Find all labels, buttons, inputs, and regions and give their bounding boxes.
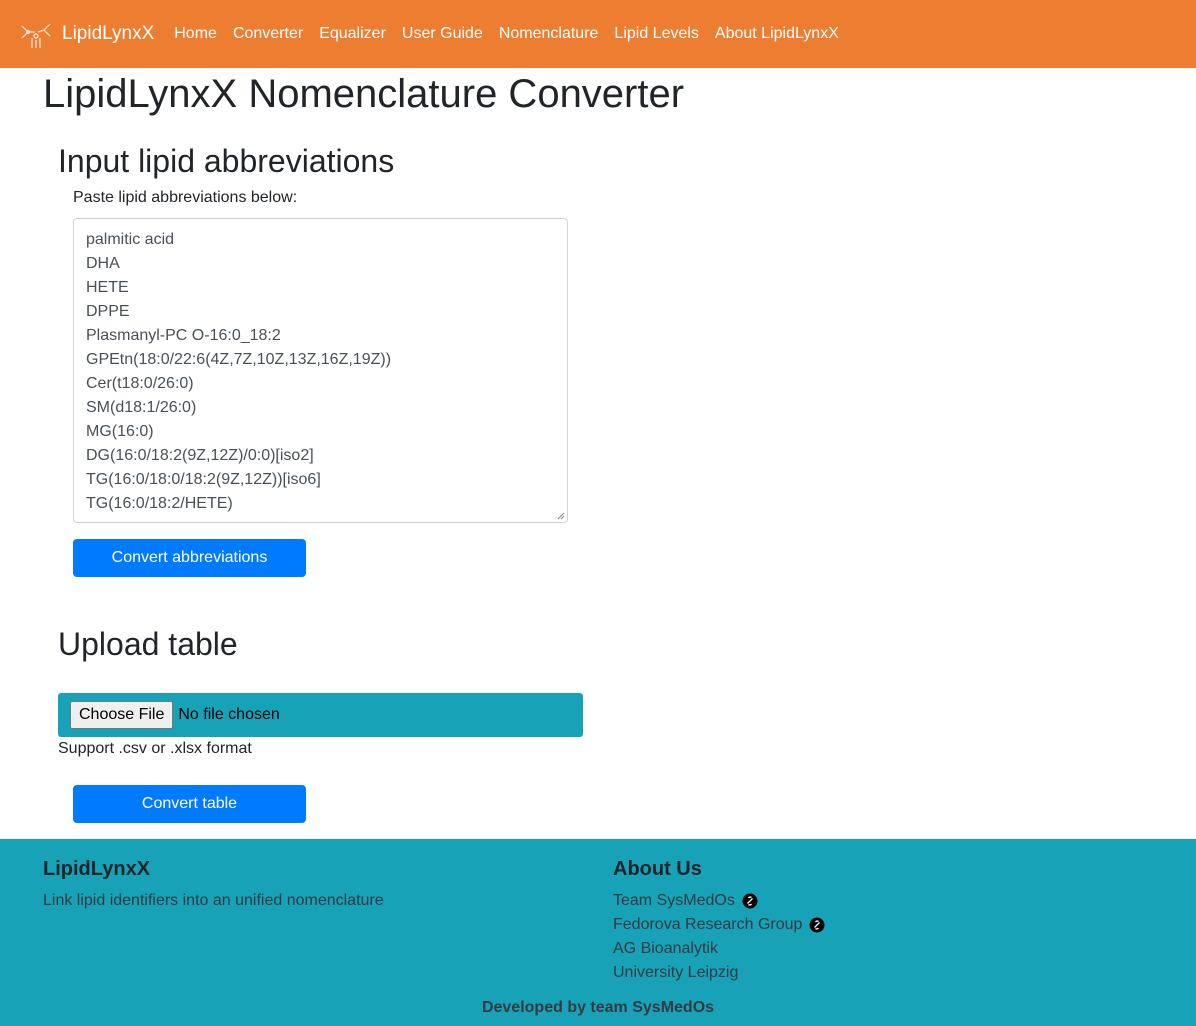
convert-table-button[interactable]: Convert table — [73, 785, 306, 823]
textarea-line: GPEtn(18:0/22:6(4Z,7Z,10Z,13Z,16Z,19Z)) — [86, 351, 392, 368]
footer-link-label: AG Bioanalytik — [613, 940, 718, 957]
nav-about[interactable]: About LipidLynxX — [707, 25, 847, 43]
footer-about-heading: About Us — [613, 858, 702, 880]
convert-abbreviations-button[interactable]: Convert abbreviations — [73, 539, 306, 577]
footer-link-bioanalytik[interactable]: AG Bioanalytik — [613, 937, 826, 961]
external-link-icon — [809, 917, 825, 933]
footer-link-label: Fedorova Research Group — [613, 916, 803, 933]
resize-handle-icon[interactable] — [555, 510, 565, 520]
nav-links: Home Converter Equalizer User Guide Nome… — [166, 25, 847, 43]
abbreviations-textarea[interactable]: palmitic acid DHA HETE DPPE Plasmanyl-PC… — [73, 218, 568, 523]
nav-user-guide[interactable]: User Guide — [394, 25, 491, 43]
external-link-icon — [742, 893, 758, 909]
textarea-line: DPPE — [86, 303, 130, 320]
nav-converter[interactable]: Converter — [225, 25, 311, 43]
footer-link-sysmedos[interactable]: Team SysMedOs — [613, 889, 826, 913]
upload-section-title: Upload table — [58, 626, 238, 662]
footer: LipidLynxX Link lipid identifiers into a… — [0, 839, 1196, 1026]
brand-name: LipidLynxX — [62, 23, 155, 44]
textarea-line: Cer(t18:0/26:0) — [86, 375, 194, 392]
lipid-logo-icon — [21, 23, 51, 48]
textarea-line: SM(d18:1/26:0) — [86, 399, 197, 416]
input-section-title: Input lipid abbreviations — [58, 143, 395, 179]
footer-link-fedorova[interactable]: Fedorova Research Group — [613, 913, 826, 937]
footer-about-site: LipidLynxX Link lipid identifiers into a… — [43, 857, 384, 913]
footer-link-label: Team SysMedOs — [613, 892, 735, 909]
choose-file-button[interactable]: Choose File — [70, 701, 174, 729]
nav-home[interactable]: Home — [166, 25, 225, 43]
nav-equalizer[interactable]: Equalizer — [311, 25, 394, 43]
textarea-line: TG(16:0/18:2/HETE) — [86, 495, 233, 512]
file-upload-field: Choose File No file chosen — [58, 693, 583, 737]
footer-brand-heading: LipidLynxX — [43, 858, 151, 880]
footer-credit: Developed by team SysMedOs — [481, 999, 715, 1016]
textarea-line: HETE — [86, 279, 129, 296]
nav-lipid-levels[interactable]: Lipid Levels — [606, 25, 707, 43]
top-navbar: LipidLynxX Home Converter Equalizer User… — [0, 0, 1196, 68]
footer-about-us: About Us Team SysMedOs Fedorova Research… — [613, 857, 826, 985]
textarea-line: MG(16:0) — [86, 423, 154, 440]
footer-link-label: University Leipzig — [613, 964, 739, 981]
textarea-line: Plasmanyl-PC O-16:0_18:2 — [86, 327, 281, 344]
file-status: No file chosen — [178, 706, 280, 723]
textarea-line: DG(16:0/18:2(9Z,12Z)/0:0)[iso2] — [86, 447, 314, 464]
brand[interactable]: LipidLynxX — [18, 16, 154, 52]
textarea-line: TG(16:0/18:0/18:2(9Z,12Z))[iso6] — [86, 471, 321, 488]
footer-tagline: Link lipid identifiers into an unified n… — [43, 892, 384, 909]
page-title: LipidLynxX Nomenclature Converter — [43, 72, 685, 116]
nav-nomenclature[interactable]: Nomenclature — [491, 25, 607, 43]
footer-link-university[interactable]: University Leipzig — [613, 961, 826, 985]
input-hint: Paste lipid abbreviations below: — [73, 189, 298, 206]
upload-support-text: Support .csv or .xlsx format — [58, 740, 252, 757]
textarea-line: palmitic acid — [86, 231, 175, 248]
textarea-line: DHA — [86, 255, 120, 272]
